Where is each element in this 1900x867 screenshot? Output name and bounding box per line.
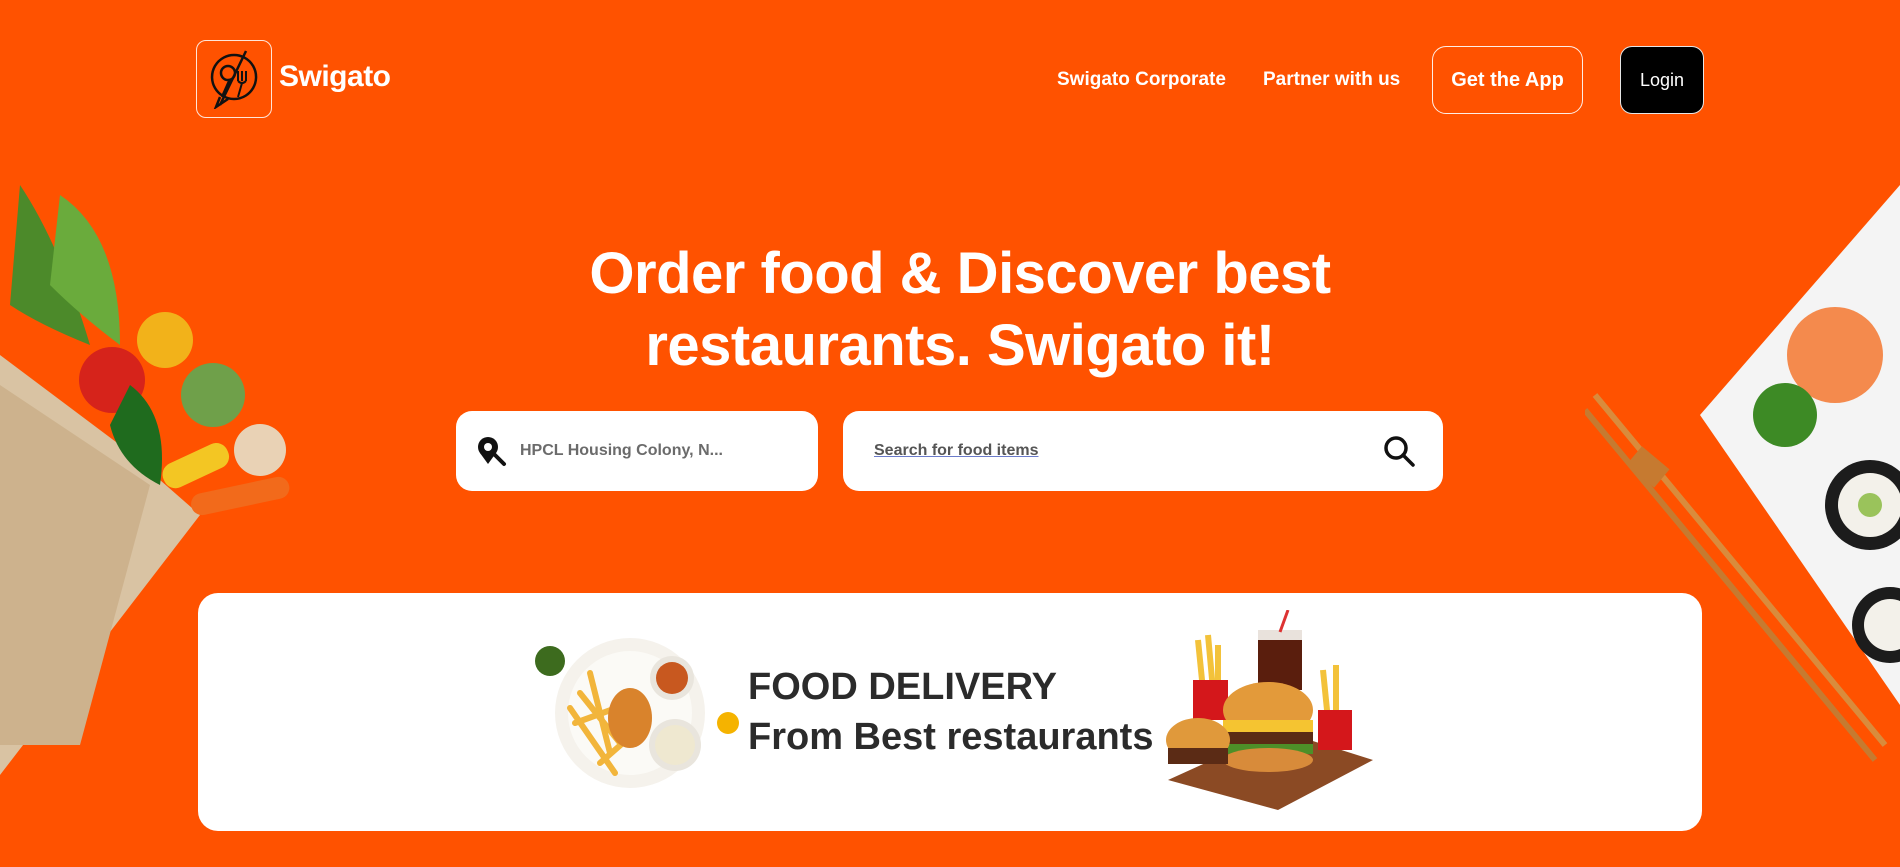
burger-fries-platter-image <box>1166 610 1373 810</box>
get-the-app-label: Get the App <box>1451 68 1564 91</box>
login-label: Login <box>1639 69 1685 90</box>
nav-partner-with-us[interactable]: Partner with us <box>1263 69 1400 91</box>
fish-and-chips-plate-image <box>535 638 739 788</box>
location-value: HPCL Housing Colony, N... <box>520 442 723 459</box>
promo-title: FOOD DELIVERY <box>748 666 1057 708</box>
location-selector[interactable]: HPCL Housing Colony, N... <box>456 411 818 491</box>
promo-subtitle: From Best restaurants <box>748 716 1154 758</box>
search-input[interactable]: Search for food items <box>874 442 1038 460</box>
hero-title: Order food & Discover best restaurants. … <box>450 238 1470 382</box>
search-bar[interactable]: Search for food items <box>843 411 1443 491</box>
get-the-app-button[interactable]: Get the App <box>1432 46 1583 114</box>
fork-spoon-chat-icon <box>210 50 258 109</box>
brand-logo[interactable] <box>196 40 272 118</box>
brand-name[interactable]: Swigato <box>279 60 391 94</box>
search-icon[interactable] <box>1383 435 1415 467</box>
promo-card[interactable] <box>198 593 1702 831</box>
location-pin-icon <box>478 437 506 466</box>
login-button[interactable]: Login <box>1620 46 1704 114</box>
hero-title-line1: Order food & Discover best <box>589 241 1331 306</box>
nav-swigato-corporate[interactable]: Swigato Corporate <box>1057 69 1226 91</box>
hero-title-line2: restaurants. Swigato it! <box>645 313 1275 378</box>
